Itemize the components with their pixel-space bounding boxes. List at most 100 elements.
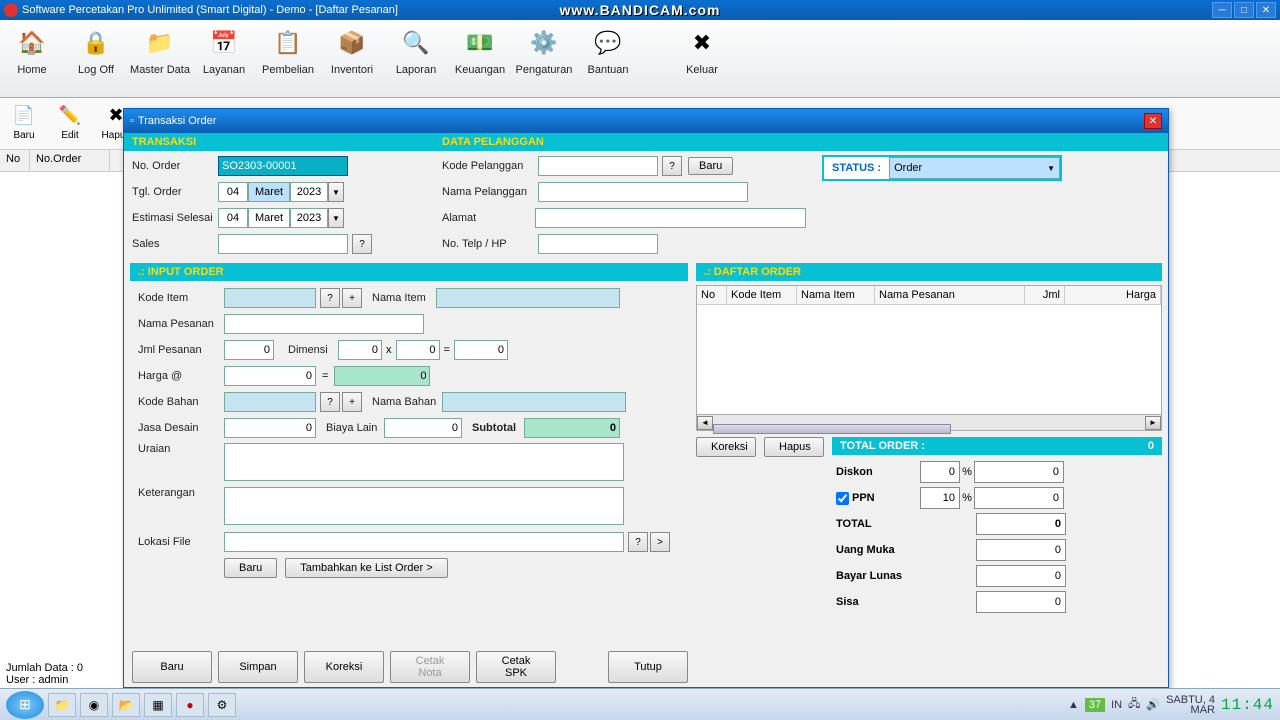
- telp-field[interactable]: [538, 234, 658, 254]
- diskon-amt[interactable]: [974, 461, 1064, 483]
- close-button[interactable]: ✕: [1256, 2, 1276, 18]
- sub-baru[interactable]: 📄Baru: [4, 102, 44, 145]
- label-lokasi: Lokasi File: [138, 536, 224, 548]
- est-year[interactable]: [290, 208, 328, 228]
- modal-bottom-buttons: Baru Simpan Koreksi Cetak Nota Cetak SPK…: [132, 651, 688, 683]
- kode-bahan-lookup[interactable]: ?: [320, 392, 340, 412]
- pct2: %: [960, 492, 974, 504]
- keterangan-field[interactable]: [224, 487, 624, 525]
- toolbar-keluar[interactable]: ✖Keluar: [670, 20, 734, 97]
- dimres-field[interactable]: [454, 340, 508, 360]
- toolbar-master-data[interactable]: 📁Master Data: [128, 20, 192, 97]
- nama-pelanggan-field[interactable]: [538, 182, 748, 202]
- alamat-field[interactable]: [535, 208, 806, 228]
- est-dropdown-icon[interactable]: ▼: [328, 208, 344, 228]
- baru-button[interactable]: Baru: [132, 651, 212, 683]
- task-folder-icon[interactable]: 📂: [112, 693, 140, 717]
- kode-bahan-field[interactable]: [224, 392, 316, 412]
- watermark: www.BANDICAM.com: [560, 2, 721, 18]
- kode-item-add[interactable]: +: [342, 288, 362, 308]
- label-estimasi: Estimasi Selesai: [132, 212, 218, 224]
- toolbar-layanan[interactable]: 📅Layanan: [192, 20, 256, 97]
- toolbar-keuangan[interactable]: 💵Keuangan: [448, 20, 512, 97]
- dim1-field[interactable]: [338, 340, 382, 360]
- scroll-left-icon[interactable]: ◄: [697, 416, 713, 430]
- toolbar-log-off[interactable]: 🔒Log Off: [64, 20, 128, 97]
- total-field: [976, 513, 1066, 535]
- pembelian-icon: 📋: [270, 26, 306, 60]
- start-button[interactable]: ⊞: [6, 691, 44, 719]
- system-tray: ▲ 37 IN 🖧 🔊 SABTU, 4 MAR 11:44: [1068, 695, 1274, 715]
- tray-flag-icon[interactable]: ▲: [1068, 699, 1079, 711]
- label-nama-pelanggan: Nama Pelanggan: [442, 186, 538, 198]
- kode-item-field[interactable]: [224, 288, 316, 308]
- ppn-pct[interactable]: [920, 487, 960, 509]
- harga-field[interactable]: [224, 366, 316, 386]
- task-explorer-icon[interactable]: 📁: [48, 693, 76, 717]
- tray-lang[interactable]: IN: [1111, 699, 1122, 711]
- lokasi-lookup[interactable]: ?: [628, 532, 648, 552]
- cetak-spk-button[interactable]: Cetak SPK: [476, 651, 556, 683]
- kode-item-lookup[interactable]: ?: [320, 288, 340, 308]
- est-day[interactable]: [218, 208, 248, 228]
- kode-bahan-add[interactable]: +: [342, 392, 362, 412]
- tgl-year[interactable]: [290, 182, 328, 202]
- tgl-dropdown-icon[interactable]: ▼: [328, 182, 344, 202]
- baru-item-button[interactable]: Baru: [224, 558, 277, 578]
- status-select[interactable]: Order ▼: [889, 157, 1060, 179]
- nama-pesanan-field[interactable]: [224, 314, 424, 334]
- koreksi-item-button[interactable]: Koreksi: [696, 437, 756, 457]
- uang-muka-field[interactable]: [976, 539, 1066, 561]
- task-app-icon[interactable]: ▦: [144, 693, 172, 717]
- maximize-button[interactable]: □: [1234, 2, 1254, 18]
- toolbar-laporan[interactable]: 🔍Laporan: [384, 20, 448, 97]
- tgl-day[interactable]: [218, 182, 248, 202]
- task-gear-icon[interactable]: ⚙: [208, 693, 236, 717]
- layanan-icon: 📅: [206, 26, 242, 60]
- tray-sound-icon[interactable]: 🔊: [1146, 698, 1160, 711]
- sales-lookup-button[interactable]: ?: [352, 234, 372, 254]
- order-grid-scrollbar[interactable]: ◄ ►: [696, 415, 1162, 431]
- biaya-field[interactable]: [384, 418, 462, 438]
- sales-field[interactable]: [218, 234, 348, 254]
- nama-item-field[interactable]: [436, 288, 620, 308]
- dim2-field[interactable]: [396, 340, 440, 360]
- simpan-button[interactable]: Simpan: [218, 651, 298, 683]
- bayar-lunas-field[interactable]: [976, 565, 1066, 587]
- lokasi-open[interactable]: >: [650, 532, 670, 552]
- tutup-button[interactable]: Tutup: [608, 651, 688, 683]
- minimize-button[interactable]: ─: [1212, 2, 1232, 18]
- modal-close-button[interactable]: ✕: [1144, 113, 1162, 129]
- lokasi-field[interactable]: [224, 532, 624, 552]
- no-order-field[interactable]: [218, 156, 348, 176]
- ppn-amt[interactable]: [974, 487, 1064, 509]
- kode-pelanggan-lookup[interactable]: ?: [662, 156, 682, 176]
- scroll-right-icon[interactable]: ►: [1145, 416, 1161, 430]
- hapus-item-button[interactable]: Hapus: [764, 437, 824, 457]
- sisa-field: [976, 591, 1066, 613]
- toolbar-bantuan[interactable]: 💬Bantuan: [576, 20, 640, 97]
- kode-pelanggan-field[interactable]: [538, 156, 658, 176]
- est-month[interactable]: [248, 208, 290, 228]
- ppn-checkbox[interactable]: [836, 492, 849, 505]
- task-record-icon[interactable]: ●: [176, 693, 204, 717]
- tambah-list-button[interactable]: Tambahkan ke List Order >: [285, 558, 447, 578]
- toolbar-pembelian[interactable]: 📋Pembelian: [256, 20, 320, 97]
- task-chrome-icon[interactable]: ◉: [80, 693, 108, 717]
- diskon-pct[interactable]: [920, 461, 960, 483]
- baru-pelanggan-button[interactable]: Baru: [688, 157, 733, 175]
- window-title: Software Percetakan Pro Unlimited (Smart…: [22, 4, 398, 16]
- uraian-field[interactable]: [224, 443, 624, 481]
- jml-field[interactable]: [224, 340, 274, 360]
- sub-edit[interactable]: ✏️Edit: [50, 102, 90, 145]
- nama-bahan-field[interactable]: [442, 392, 626, 412]
- bantuan-icon: 💬: [590, 26, 626, 60]
- jasa-field[interactable]: [224, 418, 316, 438]
- koreksi-button[interactable]: Koreksi: [304, 651, 384, 683]
- tgl-month[interactable]: [248, 182, 290, 202]
- toolbar-pengaturan[interactable]: ⚙️Pengaturan: [512, 20, 576, 97]
- toolbar-inventori[interactable]: 📦Inventori: [320, 20, 384, 97]
- edit-icon: ✏️: [56, 102, 84, 128]
- toolbar-home[interactable]: 🏠Home: [0, 20, 64, 97]
- tray-network-icon[interactable]: 🖧: [1128, 695, 1140, 714]
